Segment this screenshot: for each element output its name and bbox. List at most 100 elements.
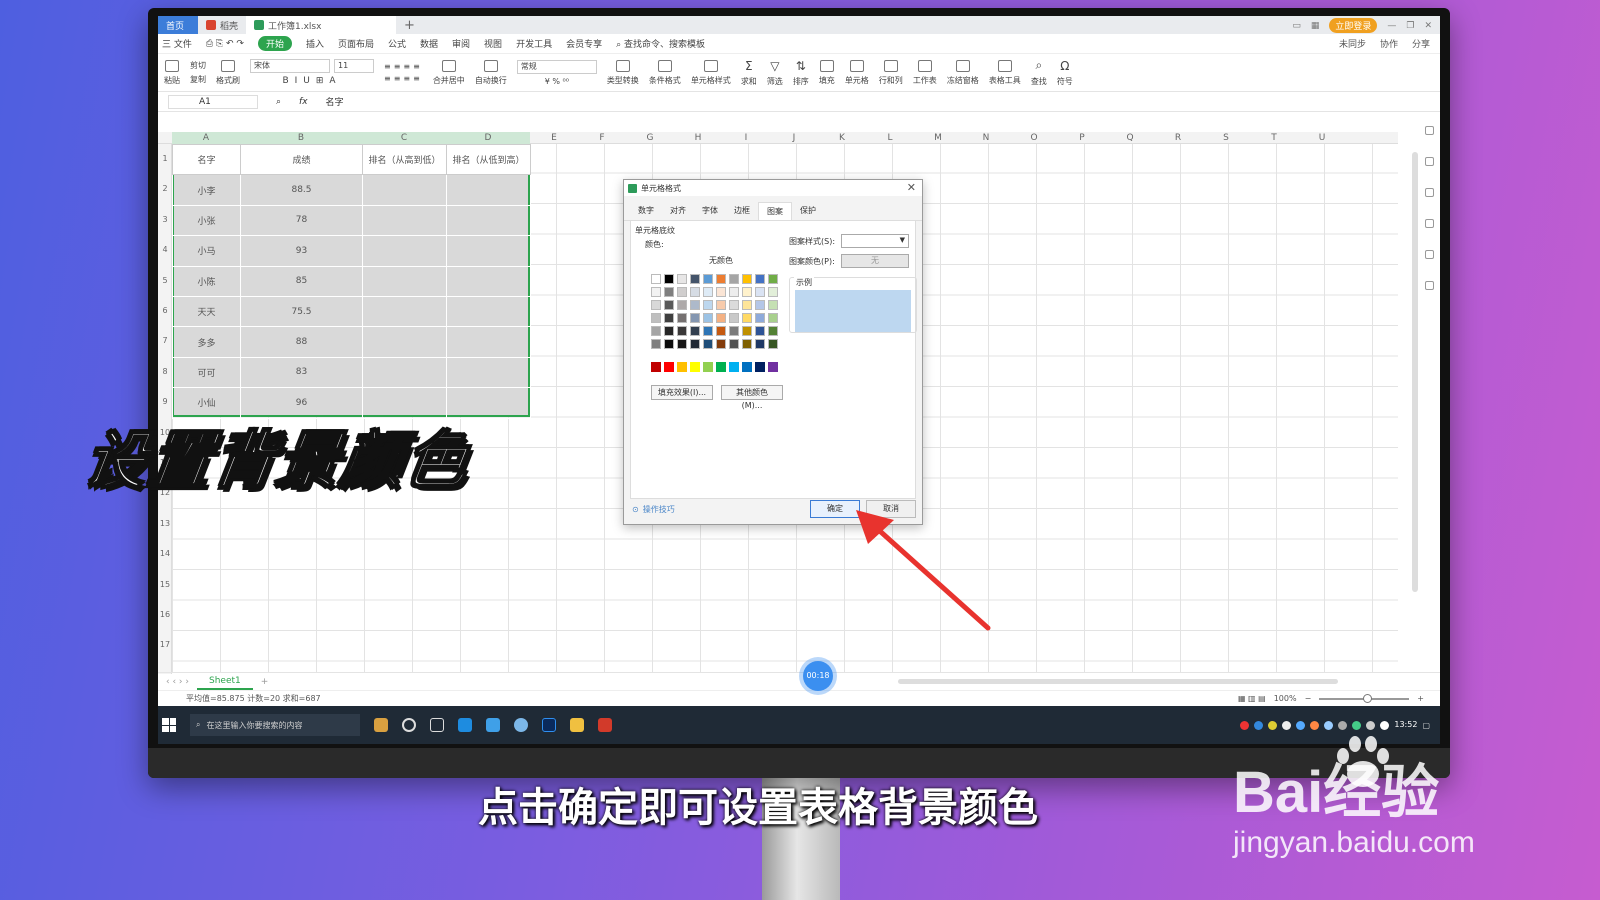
column-header-U[interactable]: U (1298, 132, 1346, 144)
color-swatch[interactable] (664, 274, 674, 284)
cut-button[interactable]: 剪切 复制 (190, 60, 206, 85)
row-header-5[interactable]: 5 (158, 276, 172, 285)
number-format[interactable]: 常规 ¥ % ⁰⁰ (516, 59, 597, 86)
sidebar-tool-icon[interactable] (1424, 126, 1434, 135)
cell-name[interactable]: 可可 (172, 356, 241, 389)
task-view-icon[interactable] (430, 718, 444, 732)
menu-file[interactable]: 三 文件 (162, 37, 192, 50)
color-swatch[interactable] (742, 313, 752, 323)
cell-name[interactable]: 小马 (172, 235, 241, 267)
view-mode-icons[interactable]: ▦ ▥ ▤ (1238, 694, 1266, 703)
filter-button[interactable]: ▽ 筛选 (767, 59, 783, 87)
color-swatch[interactable] (690, 287, 700, 297)
column-header-A[interactable]: A (172, 132, 240, 144)
edge-icon[interactable] (486, 718, 500, 732)
color-swatch[interactable] (716, 274, 726, 284)
sync-button[interactable]: 未同步 (1339, 37, 1366, 50)
color-swatch[interactable] (651, 339, 661, 349)
color-swatch[interactable] (742, 300, 752, 310)
sidebar-tool-icon[interactable] (1424, 157, 1434, 166)
fx-icon[interactable]: fx (299, 97, 308, 107)
color-swatch[interactable] (716, 300, 726, 310)
header-score[interactable]: 成绩 (240, 143, 363, 176)
color-swatch[interactable] (768, 339, 778, 349)
color-swatch[interactable] (768, 313, 778, 323)
cell-rank[interactable] (446, 174, 531, 206)
notification-icon[interactable]: ▢ (1422, 721, 1430, 730)
row-header-3[interactable]: 3 (158, 215, 172, 224)
cell-score[interactable]: 75.5 (240, 295, 363, 328)
cell-rank[interactable] (362, 265, 447, 297)
column-header-G[interactable]: G (626, 132, 674, 144)
number-format-select[interactable]: 常规 (516, 59, 597, 74)
row-header-9[interactable]: 9 (158, 397, 172, 406)
standard-color-swatch[interactable] (729, 362, 739, 372)
color-swatch[interactable] (651, 326, 661, 336)
cell-name[interactable]: 多多 (172, 326, 241, 358)
color-swatch[interactable] (755, 339, 765, 349)
cell-rank[interactable] (446, 265, 531, 297)
column-header-E[interactable]: E (530, 132, 578, 144)
menu-insert[interactable]: 插入 (306, 37, 324, 50)
zoom-level[interactable]: 100% (1274, 694, 1297, 703)
cell-name[interactable]: 小陈 (172, 265, 241, 297)
cell-name[interactable]: 小张 (172, 204, 241, 237)
conditional-format-button[interactable]: 条件格式 (649, 59, 681, 86)
taskbar-search[interactable]: ⌕ 在这里输入你要搜索的内容 (190, 714, 360, 736)
minimize-icon[interactable]: — (1387, 21, 1396, 31)
cell-rank[interactable] (446, 295, 531, 328)
color-swatch[interactable] (768, 300, 778, 310)
merge-center-button[interactable]: 合并居中 (433, 59, 465, 86)
menu-developer[interactable]: 开发工具 (516, 37, 552, 50)
column-header-R[interactable]: R (1154, 132, 1202, 144)
wrap-text-button[interactable]: 自动换行 (475, 59, 507, 86)
standard-color-swatch[interactable] (664, 362, 674, 372)
row-header-2[interactable]: 2 (158, 184, 172, 193)
command-search[interactable]: ⌕ 查找命令、搜索模板 (616, 37, 705, 50)
color-swatch[interactable] (768, 287, 778, 297)
header-rank-desc[interactable]: 排名（从高到低） (362, 143, 447, 176)
paste-button[interactable]: 粘贴 (164, 59, 180, 86)
cell-rank[interactable] (362, 204, 447, 237)
font-size-select[interactable]: 11 (334, 59, 374, 73)
column-header-P[interactable]: P (1058, 132, 1106, 144)
font-style-icons[interactable]: BIU⊞A (282, 76, 341, 86)
standard-color-swatch[interactable] (755, 362, 765, 372)
zoom-slider-knob[interactable] (1363, 693, 1373, 703)
tab-alignment[interactable]: 对齐 (662, 202, 694, 220)
windows-start-icon[interactable] (162, 718, 176, 732)
wps-icon[interactable] (598, 718, 612, 732)
find-button[interactable]: ⌕ 查找 (1031, 58, 1047, 87)
cell-rank[interactable] (362, 174, 447, 206)
cortana-icon[interactable] (374, 718, 388, 732)
color-swatch[interactable] (729, 274, 739, 284)
cell-style-button[interactable]: 单元格样式 (691, 59, 731, 86)
standard-color-swatch[interactable] (716, 362, 726, 372)
column-header-S[interactable]: S (1202, 132, 1250, 144)
horizontal-scrollbar[interactable] (898, 679, 1338, 684)
color-swatch[interactable] (716, 326, 726, 336)
row-header-14[interactable]: 14 (158, 549, 172, 558)
sort-button[interactable]: ⇅ 排序 (793, 59, 809, 87)
header-rank-asc[interactable]: 排名（从低到高） (446, 143, 531, 176)
color-swatch[interactable] (755, 326, 765, 336)
cell-rank[interactable] (362, 326, 447, 358)
cell-score[interactable]: 93 (240, 235, 363, 267)
zoom-slider[interactable] (1319, 693, 1410, 703)
tips-icon[interactable]: ⊙ (632, 505, 639, 514)
zoom-in-button[interactable]: + (1417, 694, 1424, 703)
tab-docer[interactable]: 稻壳 (198, 16, 246, 34)
row-header-15[interactable]: 15 (158, 580, 172, 589)
tab-patterns[interactable]: 图案 (758, 202, 792, 220)
browser-icon[interactable] (458, 718, 472, 732)
tab-number[interactable]: 数字 (630, 202, 662, 220)
color-swatch[interactable] (664, 326, 674, 336)
menu-page-layout[interactable]: 页面布局 (338, 37, 374, 50)
cell-score[interactable]: 85 (240, 265, 363, 297)
standard-color-swatch[interactable] (768, 362, 778, 372)
cell-score[interactable]: 78 (240, 204, 363, 237)
font-name-select[interactable]: 宋体 (250, 59, 330, 73)
row-header-1[interactable]: 1 (158, 154, 172, 163)
cell-rank[interactable] (446, 204, 531, 237)
column-header-K[interactable]: K (818, 132, 866, 144)
